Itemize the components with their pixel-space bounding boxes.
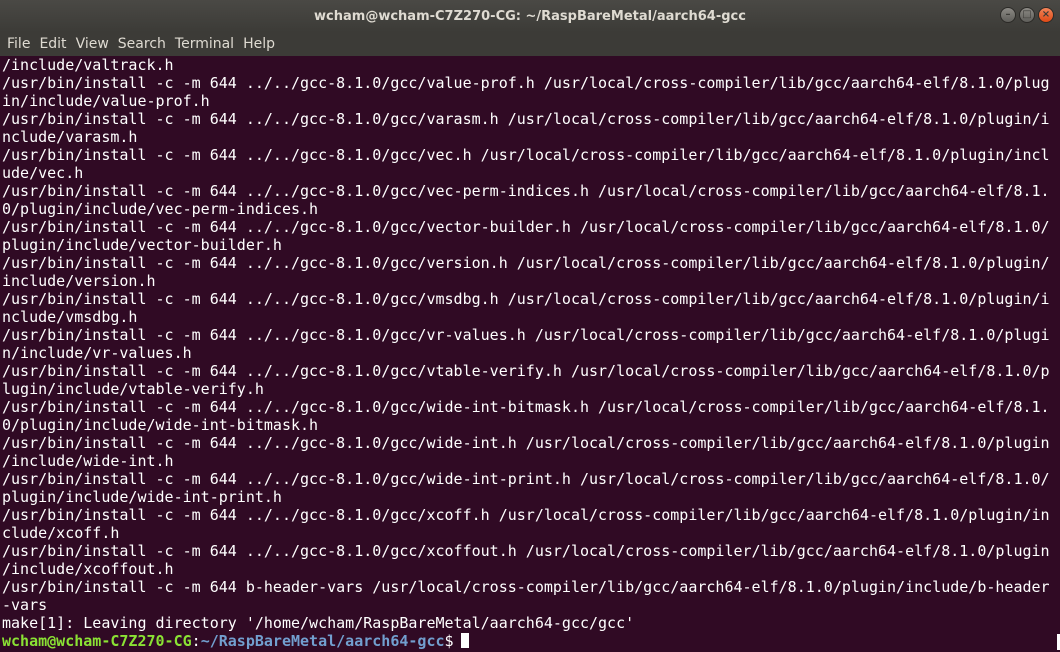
terminal-line: /usr/bin/install -c -m 644 ../../gcc-8.1… [2,218,1050,236]
terminal-line: /usr/bin/install -c -m 644 ../../gcc-8.1… [2,290,1050,308]
menu-bar: File Edit View Search Terminal Help [0,32,1060,56]
terminal-line: /usr/bin/install -c -m 644 ../../gcc-8.1… [2,434,1050,452]
terminal-line: in/include/value-prof.h [2,92,210,110]
terminal-line: /usr/bin/install -c -m 644 b-header-vars… [2,578,1050,596]
terminal-line: /include/xcoffout.h [2,560,174,578]
terminal-line: /usr/bin/install -c -m 644 ../../gcc-8.1… [2,146,1050,164]
title-bar[interactable]: wcham@wcham-C7Z270-CG: ~/RaspBareMetal/a… [0,0,1060,32]
prompt-symbol: $ [444,632,454,650]
minimize-button[interactable]: – [1000,7,1016,23]
menu-help[interactable]: Help [243,36,275,52]
terminal-window: wcham@wcham-C7Z270-CG: ~/RaspBareMetal/a… [0,0,1060,652]
minimize-icon: – [1005,9,1011,20]
terminal-line: 0/plugin/include/wide-int-bitmask.h [2,416,319,434]
maximize-icon: □ [1022,9,1032,20]
terminal-line: -vars [2,596,48,614]
menu-edit[interactable]: Edit [39,36,66,52]
close-icon: × [1041,9,1051,20]
menu-file[interactable]: File [7,36,30,52]
menu-search[interactable]: Search [118,36,166,52]
terminal-line: /usr/bin/install -c -m 644 ../../gcc-8.1… [2,326,1050,344]
prompt-user-host: wcham@wcham-C7Z270-CG [2,632,192,650]
window-controls: – □ × [1000,7,1054,23]
terminal-line: 0/plugin/include/vec-perm-indices.h [2,200,319,218]
terminal-line: /usr/bin/install -c -m 644 ../../gcc-8.1… [2,110,1050,128]
terminal-line: /include/valtrack.h [2,56,174,74]
terminal-line: /usr/bin/install -c -m 644 ../../gcc-8.1… [2,470,1050,488]
terminal-output: /include/valtrack.h/usr/bin/install -c -… [0,56,1056,632]
terminal-area[interactable]: /include/valtrack.h/usr/bin/install -c -… [0,56,1056,652]
terminal-line: ude/vec.h [2,164,84,182]
prompt-path: ~/RaspBareMetal/aarch64-gcc [200,632,445,650]
terminal-line: plugin/include/vector-builder.h [2,236,282,254]
terminal-line: make[1]: Leaving directory '/home/wcham/… [2,614,635,632]
terminal-line: plugin/include/wide-int-print.h [2,488,282,506]
terminal-line: nclude/varasm.h [2,128,138,146]
terminal-line: /usr/bin/install -c -m 644 ../../gcc-8.1… [2,542,1050,560]
menu-terminal[interactable]: Terminal [175,36,234,52]
prompt-line[interactable]: wcham@wcham-C7Z270-CG:~/RaspBareMetal/aa… [0,632,1056,650]
terminal-line: clude/xcoff.h [2,524,120,542]
window-title: wcham@wcham-C7Z270-CG: ~/RaspBareMetal/a… [314,8,746,24]
maximize-button[interactable]: □ [1019,7,1035,23]
terminal-line: /usr/bin/install -c -m 644 ../../gcc-8.1… [2,74,1050,92]
terminal-line: /usr/bin/install -c -m 644 ../../gcc-8.1… [2,362,1050,380]
terminal-line: /include/wide-int.h [2,452,174,470]
terminal-line: n/include/vr-values.h [2,344,192,362]
terminal-line: /usr/bin/install -c -m 644 ../../gcc-8.1… [2,398,1050,416]
terminal-line: include/version.h [2,272,156,290]
terminal-line: /usr/bin/install -c -m 644 ../../gcc-8.1… [2,182,1050,200]
close-button[interactable]: × [1038,7,1054,23]
terminal-line: /usr/bin/install -c -m 644 ../../gcc-8.1… [2,506,1050,524]
scrollbar[interactable] [1056,56,1060,652]
text-cursor [460,633,469,648]
terminal-line: /usr/bin/install -c -m 644 ../../gcc-8.1… [2,254,1050,272]
terminal-line: lugin/include/vtable-verify.h [2,380,264,398]
terminal-line: nclude/vmsdbg.h [2,308,138,326]
prompt-separator: : [191,632,201,650]
menu-view[interactable]: View [76,36,109,52]
